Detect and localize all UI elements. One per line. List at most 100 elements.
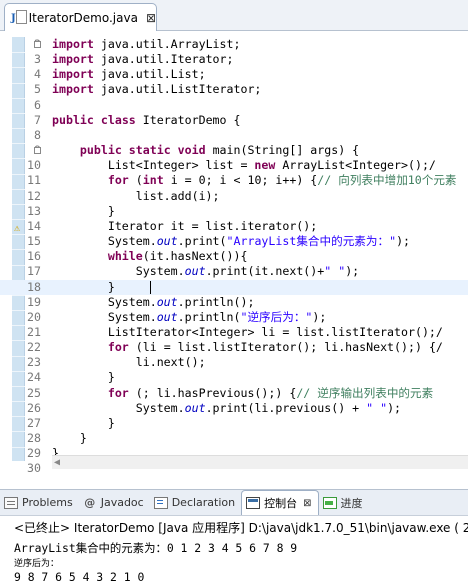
console-icon: [246, 497, 261, 509]
code-token: while: [107, 249, 143, 264]
line-number: 27: [27, 415, 41, 430]
code-token: (it.hasNext()){: [142, 249, 248, 264]
code-line[interactable]: 17 System.out.print(it.next()+" ");: [0, 264, 468, 279]
console-output-line: ArrayList集合中的元素为：0 1 2 3 4 5 6 7 8 9: [14, 541, 298, 555]
code-line[interactable]: 3 import java.util.Iterator;: [0, 52, 468, 67]
code-token: public: [52, 112, 94, 127]
progress-icon: [322, 496, 337, 509]
text-caret: [149, 280, 151, 294]
code-line[interactable]: ⚠ 14 Iterator it = list.iterator();: [0, 219, 468, 234]
code-line[interactable]: 7 public class IteratorDemo {: [0, 113, 468, 128]
code-line[interactable]: 16 while(it.hasNext()){: [0, 249, 468, 264]
code-token: );: [387, 400, 402, 415]
code-token: // 向列表中增加10个元素: [317, 173, 457, 188]
code-line[interactable]: 18 }: [0, 279, 468, 295]
code-line[interactable]: 26 System.out.print(li.previous() + " ")…: [0, 401, 468, 416]
code-text: System.out.print(li.previous() + " ");: [52, 401, 401, 416]
line-number: 6: [34, 97, 41, 112]
code-line[interactable]: 23 li.next();: [0, 355, 468, 370]
close-tab-icon[interactable]: ⊠: [146, 11, 156, 25]
fold-toggle-icon[interactable]: [34, 41, 41, 48]
code-token: }: [52, 279, 115, 294]
code-line[interactable]: 27 }: [0, 416, 468, 431]
line-number: 22: [27, 340, 41, 355]
code-token: }: [52, 415, 115, 430]
code-text: System.out.println("逆序后为：");: [52, 309, 327, 325]
view-tab-javadoc[interactable]: @ Javadoc: [79, 490, 150, 515]
code-token: .print(it.next()+: [205, 264, 325, 279]
line-number: 13: [27, 203, 41, 218]
code-token: .print(: [177, 234, 227, 249]
console-status: <已终止> IteratorDemo [Java 应用程序] D:\java\j…: [14, 521, 468, 535]
code-text: import java.util.List;: [52, 67, 206, 82]
code-text: public class IteratorDemo {: [52, 113, 240, 128]
view-tab-declaration[interactable]: Declaration: [150, 490, 241, 515]
view-tab-label: Declaration: [171, 496, 236, 509]
view-tab-progress[interactable]: 进度: [319, 490, 369, 515]
scroll-left-icon[interactable]: ◀: [54, 457, 60, 468]
code-line[interactable]: 19 System.out.println();: [0, 295, 468, 310]
declaration-icon: [153, 496, 168, 509]
code-line[interactable]: 21 ListIterator<Integer> li = list.listI…: [0, 325, 468, 340]
code-line[interactable]: 5 import java.util.ListIterator;: [0, 82, 468, 97]
line-number: 18: [27, 279, 41, 294]
code-token: }: [52, 203, 115, 218]
code-token: out: [156, 294, 178, 309]
code-line[interactable]: 9 public static void main(String[] args)…: [0, 143, 468, 158]
editor-tab-bar: J IteratorDemo.java ⊠: [0, 0, 468, 31]
code-token: import: [52, 82, 94, 97]
line-number: 20: [27, 309, 41, 324]
code-token: import: [52, 52, 94, 67]
horizontal-scrollbar[interactable]: ◀: [52, 455, 468, 469]
line-number: 12: [27, 188, 41, 203]
code-token: (: [128, 173, 143, 188]
code-line[interactable]: 15 System.out.print("ArrayList集合中的元素为：")…: [0, 234, 468, 249]
code-line[interactable]: 8: [0, 128, 468, 143]
code-text: for (int i = 0; i < 10; i++) {// 向列表中增加1…: [52, 173, 457, 188]
view-tab-label: 进度: [340, 496, 363, 510]
code-line[interactable]: 10 List<Integer> list = new ArrayList<In…: [0, 158, 468, 173]
code-token: System.: [52, 234, 157, 249]
code-token: static: [128, 143, 171, 158]
code-line[interactable]: 20 System.out.println("逆序后为：");: [0, 310, 468, 325]
code-line[interactable]: 4 import java.util.List;: [0, 67, 468, 82]
code-line[interactable]: 25 for (; li.hasPrevious();) {// 逆序输出列表中…: [0, 386, 468, 401]
code-text: import java.util.ArrayList;: [52, 37, 240, 52]
code-editor[interactable]: 2import java.util.ArrayList;3 import java…: [0, 31, 468, 475]
line-number: 28: [27, 431, 41, 446]
view-tab-problems[interactable]: Problems: [0, 490, 79, 515]
code-token: " ": [324, 264, 346, 279]
code-token: li.next();: [52, 355, 206, 370]
line-number: 30: [27, 461, 41, 476]
code-token: java.util.Iterator;: [93, 52, 234, 67]
code-line[interactable]: 28 }: [0, 431, 468, 446]
code-line[interactable]: 12 list.add(i);: [0, 189, 468, 204]
code-line[interactable]: 22 for (li = list.listIterator(); li.has…: [0, 340, 468, 355]
code-line[interactable]: 13 }: [0, 204, 468, 219]
code-line[interactable]: 11 for (int i = 0; i < 10; i++) {// 向列表中…: [0, 173, 468, 188]
console-view: <已终止> IteratorDemo [Java 应用程序] D:\java\j…: [0, 516, 468, 584]
code-line[interactable]: 6: [0, 98, 468, 113]
fold-toggle-icon[interactable]: [34, 147, 41, 155]
line-number: 15: [27, 234, 41, 249]
code-line[interactable]: 24 }: [0, 370, 468, 385]
code-text: List<Integer> list = new ArrayList<Integ…: [52, 158, 436, 173]
code-token: out: [156, 234, 178, 249]
line-number: 10: [27, 158, 41, 173]
console-output-line: 逆序后为：: [14, 559, 60, 569]
close-view-icon[interactable]: ⊠: [303, 498, 311, 509]
line-number: 5: [34, 82, 41, 97]
code-token: out: [156, 309, 178, 324]
code-line[interactable]: 2import java.util.ArrayList;: [0, 37, 468, 52]
code-token: );: [312, 309, 327, 324]
code-text: li.next();: [52, 355, 206, 370]
code-token: );: [396, 234, 411, 249]
code-token: main(String[] args) {: [205, 143, 360, 158]
editor-tab-iterator-demo[interactable]: J IteratorDemo.java ⊠: [4, 3, 157, 31]
code-text: public static void main(String[] args) {: [52, 143, 359, 158]
view-tab-console[interactable]: 控制台 ⊠: [241, 490, 319, 515]
